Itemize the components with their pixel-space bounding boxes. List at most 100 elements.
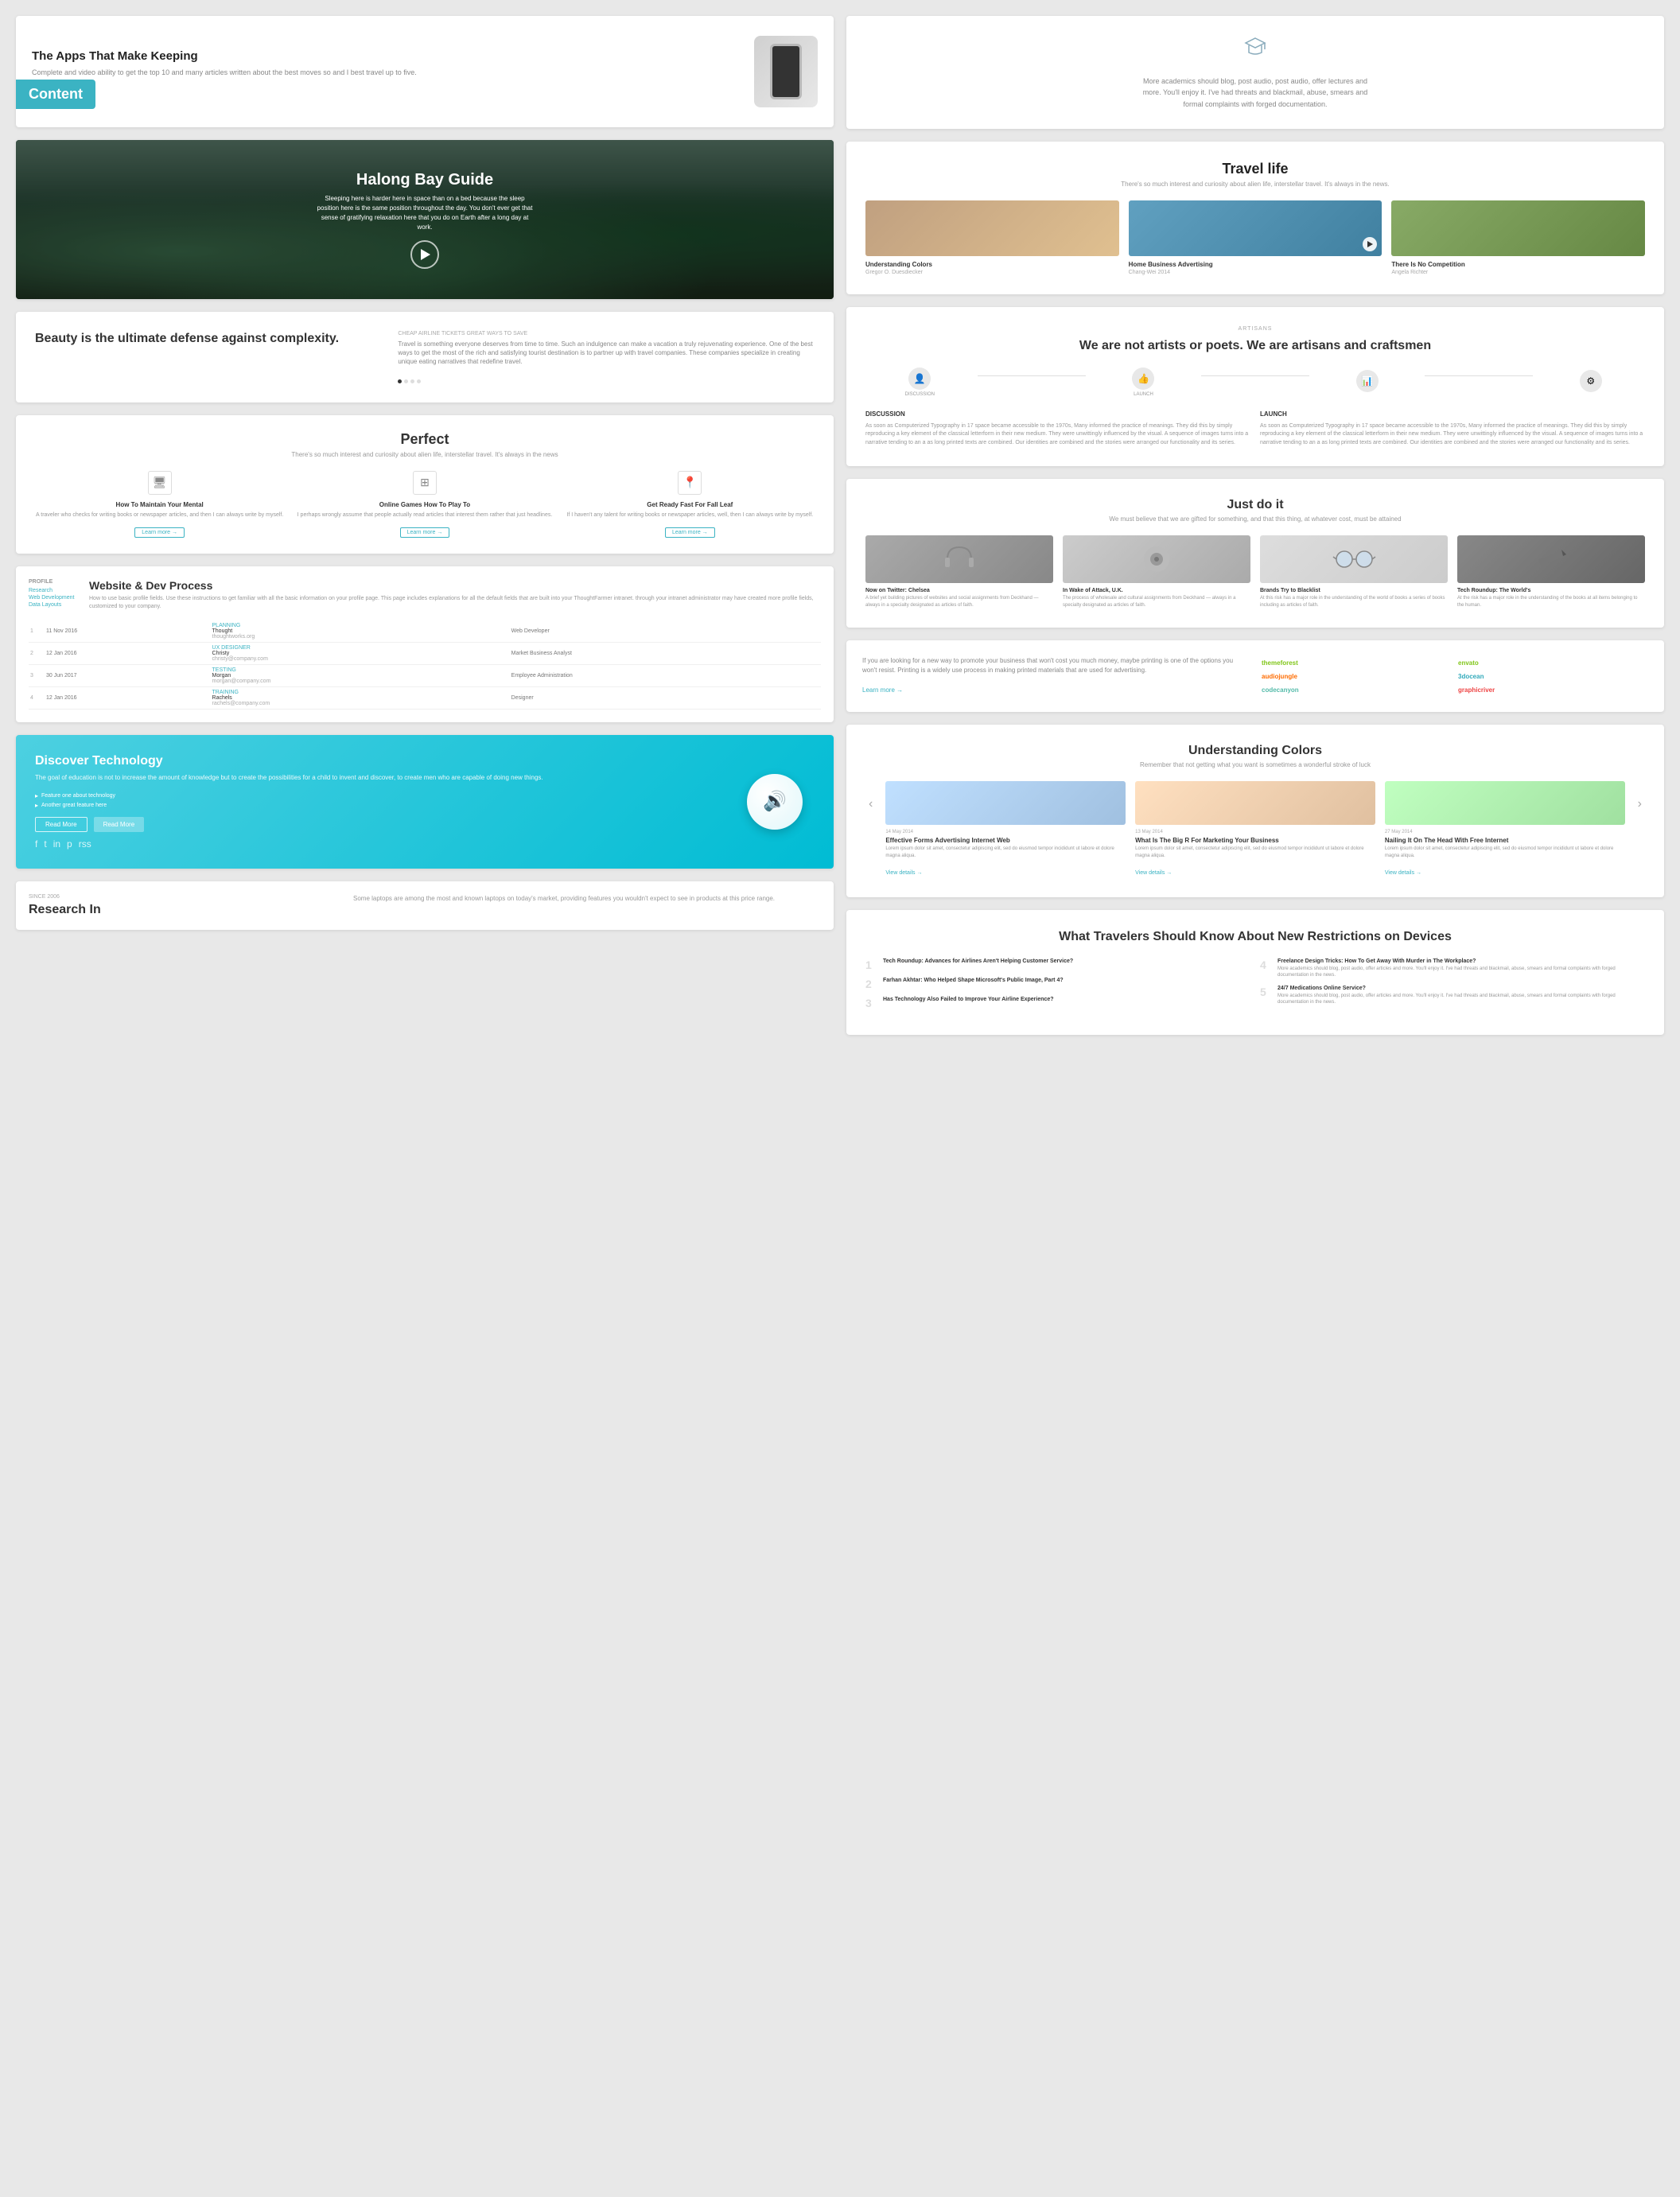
discover-start-button[interactable]: Read More xyxy=(94,817,145,832)
discover-description: The goal of education is not to increase… xyxy=(35,773,722,783)
artisans-category: ARTISANS xyxy=(865,326,1645,332)
justdoit-img-1 xyxy=(865,535,1053,583)
beauty-quote: Beauty is the ultimate defense against c… xyxy=(35,331,382,348)
promote-text: If you are looking for a new way to prom… xyxy=(862,656,1249,696)
step-4: ⚙ xyxy=(1536,370,1645,395)
perfect-item-2-title: Online Games How To Play To xyxy=(297,501,552,508)
discover-image: 🔊 xyxy=(735,774,815,830)
justdoit-item-2-title: In Wake of Attack, U.K. xyxy=(1063,588,1250,593)
row-2-role: Market Business Analyst xyxy=(510,642,821,664)
logo-envato: envato xyxy=(1458,659,1648,667)
perfect-item-3: 📍 Get Ready Fast For Fall Leaf If I have… xyxy=(562,471,818,539)
discover-readmore-button[interactable]: Read More xyxy=(35,817,88,832)
website-main: Website & Dev Process How to use basic p… xyxy=(89,579,821,611)
halong-content: Halong Bay Guide Sleeping here is harder… xyxy=(313,171,536,269)
travelers-col-right: 4 Freelance Design Tricks: How To Get Aw… xyxy=(1260,959,1645,1016)
perfect-subtitle: There's so much interest and curiosity a… xyxy=(32,451,818,458)
promote-link[interactable]: Learn more → xyxy=(862,686,903,694)
travelers-item-5-text: 24/7 Medications Online Service? More ac… xyxy=(1278,986,1645,1006)
justdoit-title: Just do it xyxy=(865,498,1645,512)
facebook-icon[interactable]: f xyxy=(35,838,37,850)
instagram-icon[interactable]: in xyxy=(53,838,60,850)
step-line-3 xyxy=(1425,375,1534,376)
play-overlay[interactable] xyxy=(1363,237,1377,251)
justdoit-grid: Now on Twitter: Chelsea A brief yet buil… xyxy=(865,535,1645,609)
card-research: SINCE 2006 Research In Some laptops are … xyxy=(16,881,834,930)
colors-item-2: 13 May 2014 What Is The Big R For Market… xyxy=(1135,781,1375,878)
logo-3docean: 3docean xyxy=(1458,673,1648,680)
dot-2[interactable] xyxy=(404,379,408,383)
colors-next-button[interactable]: › xyxy=(1635,781,1645,827)
row-2-num: 2 xyxy=(29,642,45,664)
colors-item-3-link[interactable]: View details → xyxy=(1385,870,1421,876)
perfect-item-1-title: How To Maintain Your Mental xyxy=(32,501,287,508)
discover-text: Discover Technology The goal of educatio… xyxy=(35,754,722,850)
travelers-num-4: 4 xyxy=(1260,959,1273,979)
discover-title: Discover Technology xyxy=(35,754,722,768)
rss-icon[interactable]: rss xyxy=(79,838,91,850)
card-travel: Travel life There's so much interest and… xyxy=(846,142,1664,294)
dot-3[interactable] xyxy=(410,379,414,383)
artisans-col-2-text: As soon as Computerized Typography in 17… xyxy=(1260,422,1645,448)
colors-prev-button[interactable]: ‹ xyxy=(865,781,876,827)
table-row: 2 12 Jan 2016 UX DESIGNERChristychristy@… xyxy=(29,642,821,664)
travel-item-1-title: Understanding Colors xyxy=(865,261,1119,268)
row-1-role: Web Developer xyxy=(510,620,821,643)
travelers-item-3: 3 Has Technology Also Failed to Improve … xyxy=(865,997,1250,1009)
perfect-item-3-link[interactable]: Learn more → xyxy=(665,527,715,538)
website-title: Website & Dev Process xyxy=(89,579,821,592)
sidebar-item-research[interactable]: Research xyxy=(29,588,76,593)
content-label: Content xyxy=(16,80,95,109)
colors-title: Understanding Colors xyxy=(865,744,1645,758)
logo-audiojungle: audiojungle xyxy=(1262,673,1452,680)
justdoit-item-4-desc: At the risk has a major role in the unde… xyxy=(1457,595,1645,609)
justdoit-item-4-title: Tech Roundup: The World's xyxy=(1457,588,1645,593)
sidebar-item-webdev[interactable]: Web Development xyxy=(29,595,76,601)
website-table: 1 11 Nov 2016 PLANNINGThoughtthoughtwork… xyxy=(29,620,821,710)
travelers-num-3: 3 xyxy=(865,997,878,1009)
colors-item-2-link[interactable]: View details → xyxy=(1135,870,1172,876)
logo-graphicriver: graphicriver xyxy=(1458,686,1648,694)
colors-item-1-link[interactable]: View details → xyxy=(885,870,922,876)
row-4-name: TRAININGRachelsrachels@company.com xyxy=(211,686,510,709)
card-discover: Discover Technology The goal of educatio… xyxy=(16,735,834,869)
website-description: How to use basic profile fields. Use the… xyxy=(89,595,821,611)
colors-item-3: 27 May 2014 Nailing It On The Head With … xyxy=(1385,781,1625,878)
artisans-col-1-title: DISCUSSION xyxy=(865,410,1250,419)
play-triangle-icon xyxy=(1367,241,1373,247)
step-line-1 xyxy=(978,375,1087,376)
row-3-name: TESTINGMorganmorgan@company.com xyxy=(211,664,510,686)
justdoit-item-1-desc: A brief yet building pictures of website… xyxy=(865,595,1053,609)
play-button[interactable] xyxy=(410,240,439,269)
row-2-date: 12 Jan 2016 xyxy=(45,642,211,664)
research-right: Some laptops are among the most and know… xyxy=(353,894,821,917)
artisans-col-2: LAUNCH As soon as Computerized Typograph… xyxy=(1260,410,1645,448)
perfect-item-1-link[interactable]: Learn more → xyxy=(134,527,185,538)
logo-themeforest: themeforest xyxy=(1262,659,1452,667)
justdoit-img-2 xyxy=(1063,535,1250,583)
research-title: Research In xyxy=(29,903,340,917)
colors-item-1-desc: Lorem ipsum dolor sit amet, consectetur … xyxy=(885,846,1126,859)
halong-description: Sleeping here is harder here in space th… xyxy=(313,194,536,232)
row-4-num: 4 xyxy=(29,686,45,709)
table-row: 4 12 Jan 2016 TRAININGRachelsrachels@com… xyxy=(29,686,821,709)
travel-item-3-meta: Angela Richter xyxy=(1391,270,1645,275)
colors-item-3-desc: Lorem ipsum dolor sit amet, consectetur … xyxy=(1385,846,1625,859)
twitter-icon[interactable]: t xyxy=(44,838,46,850)
colors-item-1: 14 May 2014 Effective Forms Advertising … xyxy=(885,781,1126,878)
dot-1[interactable] xyxy=(398,379,402,383)
discover-buttons: Read More Read More xyxy=(35,817,722,832)
academics-text: More academics should blog, post audio, … xyxy=(1136,76,1375,110)
step-3: 📊 xyxy=(1312,370,1421,395)
row-1-num: 1 xyxy=(29,620,45,643)
games-icon: ⊞ xyxy=(413,471,437,495)
artisans-content: DISCUSSION As soon as Computerized Typog… xyxy=(865,410,1645,448)
step-line-2 xyxy=(1201,375,1310,376)
sidebar-item-data[interactable]: Data Layouts xyxy=(29,602,76,608)
perfect-item-2-link[interactable]: Learn more → xyxy=(400,527,450,538)
colors-item-1-title: Effective Forms Advertising Internet Web xyxy=(885,837,1126,844)
pinterest-icon[interactable]: p xyxy=(67,838,72,850)
card-justdoit: Just do it We must believe that we are g… xyxy=(846,479,1664,628)
dot-4[interactable] xyxy=(417,379,421,383)
travel-item-2-title: Home Business Advertising xyxy=(1129,261,1382,268)
